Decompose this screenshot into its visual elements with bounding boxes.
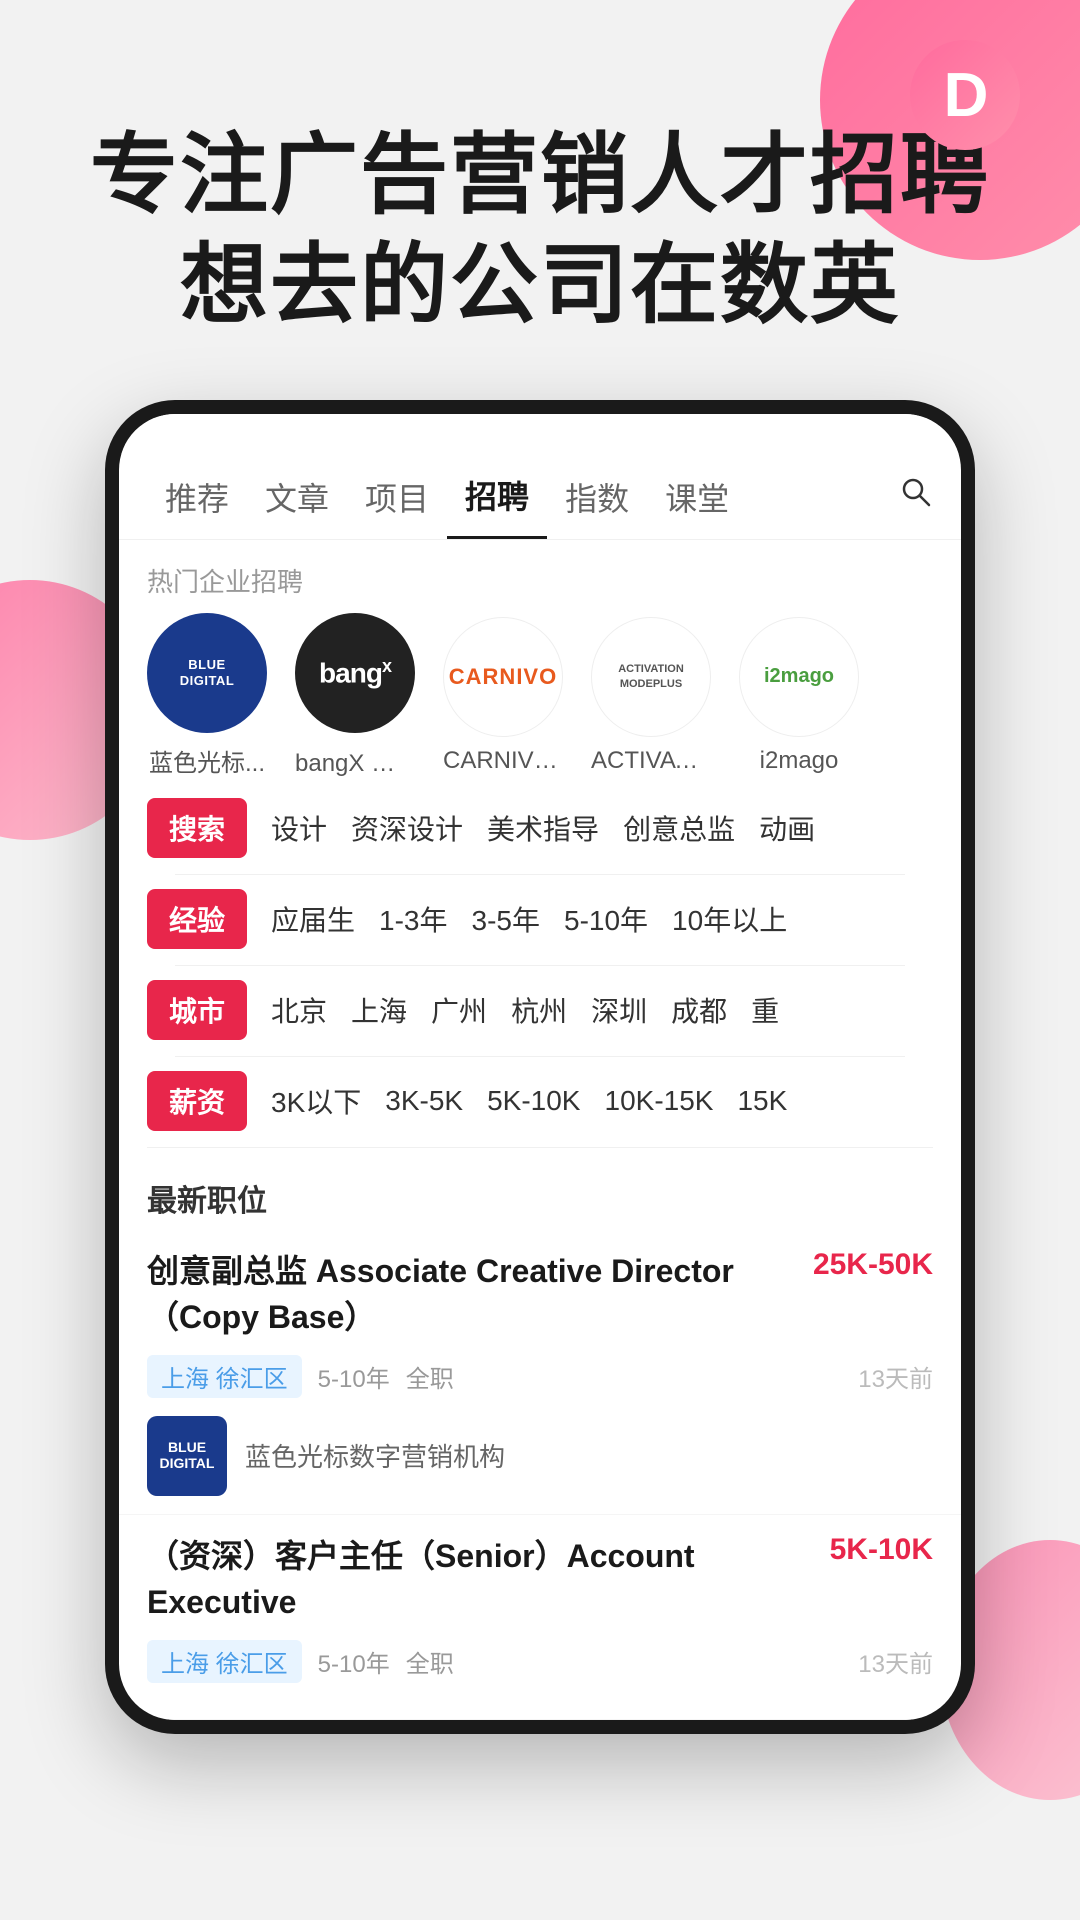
filter-opt-chengdu[interactable]: 成都	[671, 990, 727, 1030]
filter-opt-fresh[interactable]: 应届生	[271, 899, 355, 939]
bangx-text: bangx	[319, 656, 391, 689]
job-salary-2: 5K-10K	[830, 1533, 933, 1567]
job-experience-2: 5-10年	[318, 1644, 390, 1679]
filter-opt-3-5[interactable]: 3-5年	[472, 899, 540, 939]
filter-opt-shenzhen[interactable]: 深圳	[591, 990, 647, 1030]
company-item-carnivo[interactable]: CARNIVO CARNIVO...	[443, 617, 563, 775]
company-name-carnivo: CARNIVO...	[443, 747, 563, 775]
filter-opt-10k-15k[interactable]: 10K-15K	[605, 1085, 714, 1117]
tab-index[interactable]: 指数	[547, 474, 647, 538]
job-listing-1[interactable]: 创意副总监 Associate Creative Director（Copy B…	[119, 1230, 961, 1515]
filter-opt-10plus[interactable]: 10年以上	[672, 899, 787, 939]
filter-opt-3k-below[interactable]: 3K以下	[271, 1081, 361, 1121]
filter-opt-15k[interactable]: 15K	[737, 1085, 787, 1117]
filter-opt-5-10[interactable]: 5-10年	[564, 899, 648, 939]
company-logo-i2mago: i2mago	[739, 617, 859, 737]
divider-3	[175, 1056, 905, 1057]
carnivo-text: CARNIVO	[449, 664, 557, 690]
job-salary-1: 25K-50K	[813, 1248, 933, 1282]
filter-opt-guangzhou[interactable]: 广州	[431, 990, 487, 1030]
filter-row-salary: 薪资 3K以下 3K-5K 5K-10K 10K-15K 15K	[147, 1071, 933, 1131]
filter-row-experience: 经验 应届生 1-3年 3-5年 5-10年 10年以上	[147, 889, 933, 949]
job-time-1: 13天前	[858, 1359, 933, 1394]
filter-opt-beijing[interactable]: 北京	[271, 990, 327, 1030]
nav-tabs: 推荐 文章 项目 招聘 指数 课堂	[119, 454, 961, 540]
filter-tag-search[interactable]: 搜索	[147, 798, 247, 858]
job-type-1: 全职	[406, 1359, 454, 1394]
tab-project[interactable]: 项目	[347, 474, 447, 538]
job-title-1: 创意副总监 Associate Creative Director（Copy B…	[147, 1248, 813, 1341]
tab-jobs[interactable]: 招聘	[447, 472, 547, 539]
filter-opt-animation[interactable]: 动画	[759, 808, 815, 848]
company-item-bangx[interactable]: bangx bangX 上海	[295, 613, 415, 778]
hero-line2: 想去的公司在数英	[180, 235, 900, 334]
filter-row-city: 城市 北京 上海 广州 杭州 深圳 成都 重	[147, 980, 933, 1040]
filter-opt-hangzhou[interactable]: 杭州	[511, 990, 567, 1030]
job-title-2: （资深）客户主任（Senior）Account Executive	[147, 1533, 830, 1626]
latest-jobs-title: 最新职位	[119, 1162, 961, 1230]
filter-opt-art[interactable]: 美术指导	[487, 808, 599, 848]
filter-section: 搜索 设计 资深设计 美术指导 创意总监 动画 经验 应届生 1-3年 3-5年…	[119, 778, 961, 1131]
divider-1	[175, 874, 905, 875]
job-listing-2[interactable]: （资深）客户主任（Senior）Account Executive 5K-10K…	[119, 1515, 961, 1720]
company-name-i2mago: i2mago	[760, 747, 839, 775]
filter-opt-senior-design[interactable]: 资深设计	[351, 808, 463, 848]
filter-tag-salary[interactable]: 薪资	[147, 1071, 247, 1131]
hero-line1: 专注广告营销人才招聘	[90, 125, 990, 224]
hero-headline: 专注广告营销人才招聘 想去的公司在数英	[0, 120, 1080, 340]
job-experience-1: 5-10年	[318, 1359, 390, 1394]
company-logos-row: BLUEDIGITAL 蓝色光标... bangx bangX 上海 CARNI…	[119, 613, 961, 778]
job-type-2: 全职	[406, 1644, 454, 1679]
company-logo-bangx: bangx	[295, 613, 415, 733]
tab-course[interactable]: 课堂	[647, 474, 747, 538]
tab-article[interactable]: 文章	[247, 474, 347, 538]
company-logo-blue-digital: BLUEDIGITAL	[147, 613, 267, 733]
phone-screen: 推荐 文章 项目 招聘 指数 课堂 热门企业招聘 BLUEDIGITAL	[119, 414, 961, 1720]
i2mago-text: i2mago	[764, 665, 834, 688]
search-icon[interactable]	[899, 475, 933, 536]
company-item-i2mago[interactable]: i2mago i2mago	[739, 617, 859, 775]
company-logo-small-text-1: BLUEDIGITAL	[160, 1440, 215, 1471]
company-logo-activation: ACTIVATIONMODEPLUS	[591, 617, 711, 737]
app-logo-badge[interactable]: D	[910, 40, 1020, 150]
job-time-2: 13天前	[858, 1644, 933, 1679]
phone-mockup: 推荐 文章 项目 招聘 指数 课堂 热门企业招聘 BLUEDIGITAL	[105, 400, 975, 1734]
filter-opt-design[interactable]: 设计	[271, 808, 327, 848]
activation-text: ACTIVATIONMODEPLUS	[618, 662, 684, 691]
company-item-activation[interactable]: ACTIVATIONMODEPLUS ACTIVATIO...	[591, 617, 711, 775]
job-meta-row-2: 上海 徐汇区 5-10年 全职 13天前	[147, 1640, 933, 1683]
filter-opt-more-city[interactable]: 重	[751, 990, 779, 1030]
company-item-blue-digital[interactable]: BLUEDIGITAL 蓝色光标...	[147, 613, 267, 778]
filter-tag-city[interactable]: 城市	[147, 980, 247, 1040]
status-bar	[119, 414, 961, 454]
logo-letter: D	[944, 60, 987, 131]
job-meta-row-1: 上海 徐汇区 5-10年 全职 13天前	[147, 1355, 933, 1398]
hero-section: 专注广告营销人才招聘 想去的公司在数英	[0, 0, 1080, 400]
company-logo-carnivo: CARNIVO	[443, 617, 563, 737]
company-info-row-1: BLUEDIGITAL 蓝色光标数字营销机构	[147, 1416, 933, 1496]
job-location-1: 上海 徐汇区	[147, 1355, 302, 1398]
company-name-activation: ACTIVATIO...	[591, 747, 711, 775]
company-name-blue-digital: 蓝色光标...	[149, 743, 265, 778]
filter-opt-1-3[interactable]: 1-3年	[379, 899, 447, 939]
filter-opt-shanghai[interactable]: 上海	[351, 990, 407, 1030]
company-full-name-1: 蓝色光标数字营销机构	[245, 1437, 505, 1474]
divider-main	[147, 1147, 933, 1148]
divider-2	[175, 965, 905, 966]
company-name-bangx: bangX 上海	[295, 743, 415, 778]
filter-row-search: 搜索 设计 资深设计 美术指导 创意总监 动画	[147, 798, 933, 858]
tab-recommend[interactable]: 推荐	[147, 474, 247, 538]
filter-opt-5k-10k[interactable]: 5K-10K	[487, 1085, 580, 1117]
filter-opt-creative[interactable]: 创意总监	[623, 808, 735, 848]
job-title-row-1: 创意副总监 Associate Creative Director（Copy B…	[147, 1248, 933, 1341]
job-location-2: 上海 徐汇区	[147, 1640, 302, 1683]
filter-tag-experience[interactable]: 经验	[147, 889, 247, 949]
company-logo-small-1: BLUEDIGITAL	[147, 1416, 227, 1496]
job-title-row-2: （资深）客户主任（Senior）Account Executive 5K-10K	[147, 1533, 933, 1626]
filter-opt-3k-5k[interactable]: 3K-5K	[385, 1085, 463, 1117]
hot-companies-label: 热门企业招聘	[119, 540, 961, 613]
